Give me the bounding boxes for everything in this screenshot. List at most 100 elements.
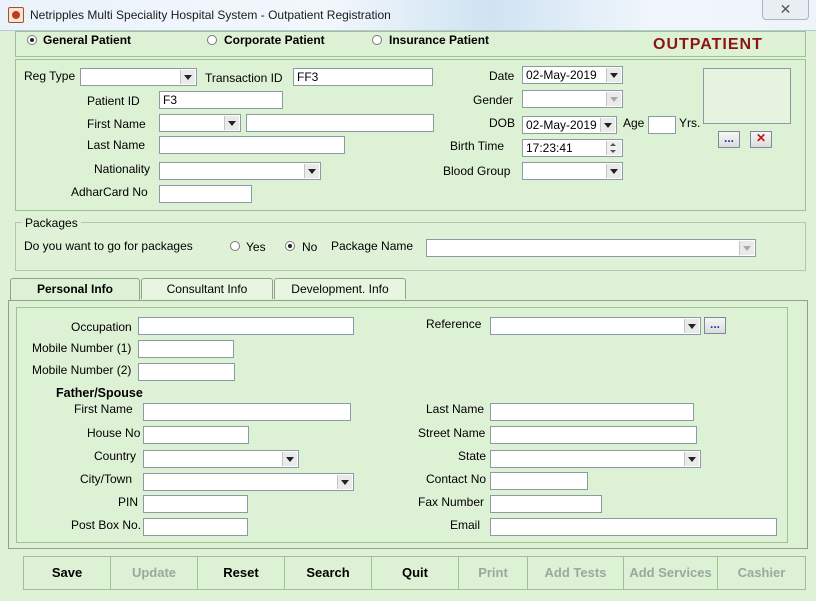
label-packages-no[interactable]: No (302, 240, 317, 254)
adharcard-label: AdharCard No (71, 185, 148, 199)
radio-general-patient[interactable] (27, 35, 37, 45)
occupation-label: Occupation (71, 320, 132, 334)
app-icon (8, 7, 24, 23)
tab-consultant-info[interactable]: Consultant Info (141, 278, 273, 299)
fax-number-label: Fax Number (418, 495, 485, 509)
patient-id-label: Patient ID (87, 94, 140, 108)
package-name-label: Package Name (331, 239, 414, 253)
patient-photo (703, 68, 791, 124)
street-name-label: Street Name (418, 426, 486, 440)
reset-button[interactable]: Reset (197, 556, 285, 590)
email-field[interactable] (490, 518, 777, 536)
save-button[interactable]: Save (23, 556, 111, 590)
chevron-down-icon (180, 70, 195, 84)
birth-time-field[interactable]: 17:23:41 (522, 139, 623, 157)
city-select[interactable] (143, 473, 354, 491)
first-name-field[interactable] (246, 114, 434, 132)
reference-select[interactable] (490, 317, 701, 335)
transaction-id-field[interactable]: FF3 (293, 68, 433, 86)
house-no-label: House No (87, 426, 141, 440)
contact-no-label: Contact No (426, 472, 487, 486)
occupation-field[interactable] (138, 317, 354, 335)
chevron-down-icon (224, 116, 239, 130)
outpatient-heading: OUTPATIENT (653, 36, 763, 53)
window-title: Netripples Multi Speciality Hospital Sys… (30, 8, 391, 22)
patient-id-field[interactable]: F3 (159, 91, 283, 109)
label-insurance-patient[interactable]: Insurance Patient (389, 33, 489, 47)
cashier-button[interactable]: Cashier (717, 556, 806, 590)
browse-photo-button[interactable]: ... (718, 131, 740, 148)
label-general-patient[interactable]: General Patient (43, 33, 131, 47)
add-tests-button[interactable]: Add Tests (527, 556, 624, 590)
fs-last-name-label: Last Name (426, 402, 485, 416)
label-corporate-patient[interactable]: Corporate Patient (224, 33, 325, 47)
radio-packages-yes[interactable] (230, 241, 240, 251)
chevron-down-icon (606, 92, 621, 106)
date-label: Date (489, 69, 515, 83)
gender-label: Gender (473, 93, 514, 107)
email-label: Email (450, 518, 481, 532)
blood-group-select[interactable] (522, 162, 623, 180)
adharcard-field[interactable] (159, 185, 252, 203)
chevron-down-icon (600, 118, 615, 132)
chevron-down-icon (606, 164, 621, 178)
name-title-select[interactable] (159, 114, 241, 132)
contact-no-field[interactable] (490, 472, 588, 490)
mobile1-field[interactable] (138, 340, 234, 358)
radio-insurance-patient[interactable] (372, 35, 382, 45)
birth-time-label: Birth Time (450, 139, 505, 153)
post-box-field[interactable] (143, 518, 248, 536)
label-packages-yes[interactable]: Yes (246, 240, 266, 254)
state-select[interactable] (490, 450, 701, 468)
mobile1-label: Mobile Number (1) (32, 341, 132, 355)
reference-label: Reference (426, 317, 482, 331)
packages-title: Packages (22, 216, 81, 230)
dob-picker[interactable]: 02-May-2019 (522, 116, 617, 134)
print-button[interactable]: Print (458, 556, 528, 590)
add-services-button[interactable]: Add Services (623, 556, 718, 590)
tab-development-info[interactable]: Development. Info (274, 278, 406, 299)
fs-first-name-label: First Name (74, 402, 133, 416)
chevron-down-icon (606, 68, 621, 82)
blood-group-label: Blood Group (443, 164, 511, 178)
chevron-down-icon (684, 452, 699, 466)
date-picker[interactable]: 02-May-2019 (522, 66, 623, 84)
chevron-down-icon (282, 452, 297, 466)
close-window-button[interactable]: ✕ (762, 0, 809, 20)
pin-label: PIN (118, 495, 139, 509)
transaction-id-label: Transaction ID (205, 71, 283, 85)
package-name-select[interactable] (426, 239, 756, 257)
gender-select[interactable] (522, 90, 623, 108)
mobile2-label: Mobile Number (2) (32, 363, 132, 377)
quit-button[interactable]: Quit (371, 556, 459, 590)
dob-label: DOB (489, 116, 516, 130)
radio-corporate-patient[interactable] (207, 35, 217, 45)
house-no-field[interactable] (143, 426, 249, 444)
search-button[interactable]: Search (284, 556, 372, 590)
pin-field[interactable] (143, 495, 248, 513)
fs-last-name-field[interactable] (490, 403, 694, 421)
last-name-field[interactable] (159, 136, 345, 154)
reg-type-label: Reg Type (24, 69, 76, 83)
spinner-icon[interactable] (606, 141, 621, 155)
country-select[interactable] (143, 450, 299, 468)
first-name-label: First Name (87, 117, 146, 131)
street-name-field[interactable] (490, 426, 697, 444)
update-button[interactable]: Update (110, 556, 198, 590)
chevron-down-icon (739, 241, 754, 255)
state-label: State (458, 449, 487, 463)
last-name-label: Last Name (87, 138, 146, 152)
reg-type-select[interactable] (80, 68, 197, 86)
reference-browse-button[interactable]: ... (704, 317, 726, 334)
fax-number-field[interactable] (490, 495, 602, 513)
nationality-select[interactable] (159, 162, 321, 180)
country-label: Country (94, 449, 137, 463)
fs-first-name-field[interactable] (143, 403, 351, 421)
clear-photo-button[interactable]: ✕ (750, 131, 772, 148)
tab-personal-info[interactable]: Personal Info (10, 278, 140, 302)
nationality-label: Nationality (94, 162, 151, 176)
age-field[interactable] (648, 116, 676, 134)
mobile2-field[interactable] (138, 363, 235, 381)
packages-question: Do you want to go for packages (24, 239, 193, 253)
radio-packages-no[interactable] (285, 241, 295, 251)
